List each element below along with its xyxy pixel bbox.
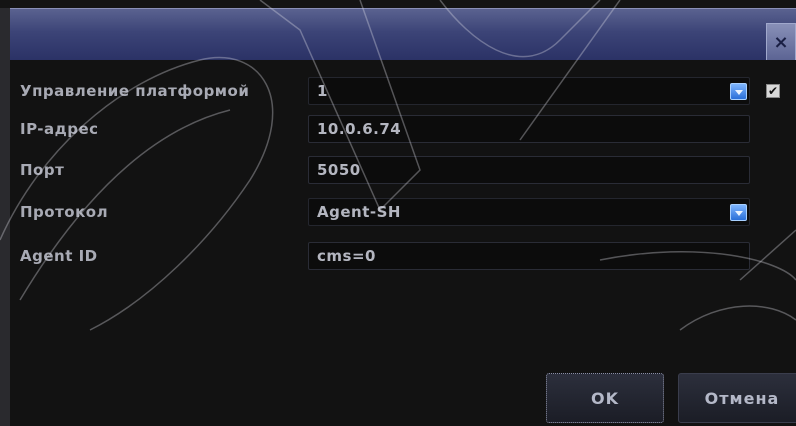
platform-dialog: × Управление платформой 1 ✔ IP-адрес 10.… [0,0,796,426]
port-value: 5050 [317,161,361,179]
cancel-button[interactable]: Отмена [678,373,796,423]
port-label: Порт [20,161,65,179]
ip-address-label: IP-адрес [20,120,99,138]
platform-management-label: Управление платформой [20,82,250,100]
ip-address-field[interactable]: 10.0.6.74 [308,115,750,143]
protocol-label: Протокол [20,203,109,221]
platform-management-value: 1 [317,82,328,100]
ip-address-value: 10.0.6.74 [317,120,402,138]
close-button[interactable]: × [766,23,796,61]
port-field[interactable]: 5050 [308,156,750,184]
protocol-select[interactable]: Agent-SH [308,198,750,226]
ok-button[interactable]: OK [546,373,664,423]
dialog-left-edge [0,8,10,426]
chevron-down-icon[interactable] [730,83,747,100]
dialog-content: Управление платформой 1 ✔ IP-адрес 10.0.… [10,60,796,426]
port-row: Порт 5050 [10,156,796,186]
protocol-value: Agent-SH [317,203,401,221]
ip-address-row: IP-адрес 10.0.6.74 [10,115,796,145]
platform-management-select[interactable]: 1 [308,77,750,105]
dialog-titlebar[interactable]: × [10,8,796,61]
close-icon: × [773,31,789,53]
platform-management-row: Управление платформой 1 ✔ [10,77,796,107]
agent-id-value: cms=0 [317,247,376,265]
chevron-down-icon[interactable] [730,204,747,221]
agent-id-row: Agent ID cms=0 [10,242,796,272]
agent-id-label: Agent ID [20,247,98,265]
platform-enable-checkbox[interactable]: ✔ [766,84,780,98]
agent-id-field[interactable]: cms=0 [308,242,750,270]
protocol-row: Протокол Agent-SH [10,198,796,228]
